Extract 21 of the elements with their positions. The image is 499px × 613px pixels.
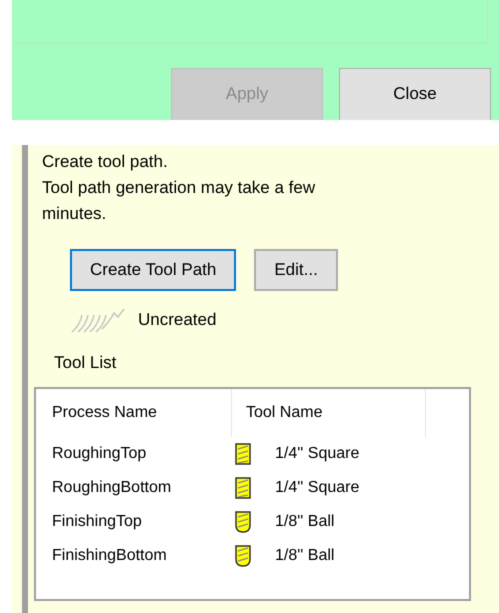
process-name-cell-text: FinishingBottom (51, 547, 168, 565)
square-end-mill-icon (235, 477, 251, 499)
description-text: Create tool path. (42, 151, 169, 173)
process-name-cell-text: FinishingTop (51, 513, 143, 531)
process-name-cell-text: RoughingBottom (51, 479, 172, 497)
close-button[interactable]: Close (339, 68, 491, 120)
ball-end-mill-icon (235, 511, 251, 533)
tool-name-cell-text: 1/4'' Square (274, 445, 360, 463)
ball-end-mill-icon (235, 545, 251, 567)
create-tool-path-button[interactable]: Create Tool Path (70, 249, 236, 291)
description-text: Tool path generation may take a few minutes. (42, 177, 316, 225)
square-end-mill-icon (235, 443, 251, 465)
edit-button[interactable]: Edit... (254, 249, 338, 291)
column-header[interactable]: Tool Name (231, 389, 426, 437)
column-header[interactable]: Process Name (36, 389, 231, 437)
tool-name-cell-text: 1/4'' Square (274, 479, 360, 497)
status-text: Uncreated (138, 310, 216, 330)
process-name-cell-text: RoughingTop (51, 445, 148, 463)
tool-name-cell-text: 1/8'' Ball (274, 547, 336, 565)
tool-name-cell-text: 1/8'' Ball (274, 513, 336, 531)
tool-list-label: Tool List (54, 353, 118, 373)
